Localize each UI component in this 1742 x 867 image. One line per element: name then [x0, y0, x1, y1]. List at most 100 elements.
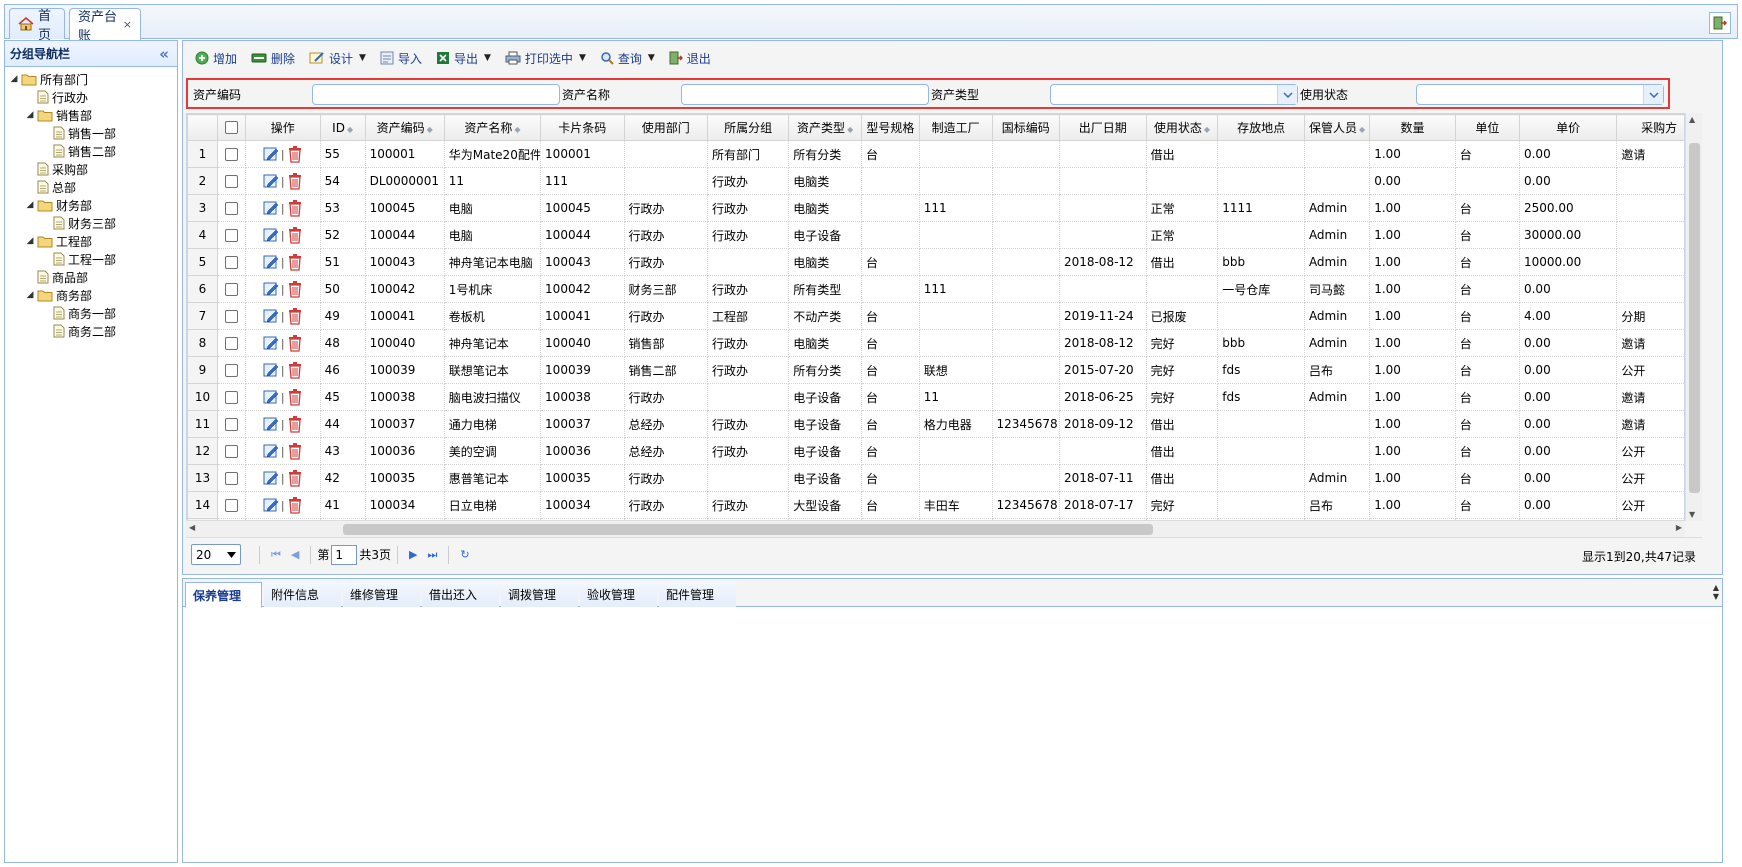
- detail-tab[interactable]: 验收管理: [580, 582, 657, 607]
- column-header[interactable]: 资产名称 ◆: [443, 114, 542, 141]
- edit-icon[interactable]: [263, 281, 279, 297]
- table-row[interactable]: 8 | 48 100040 神舟笔记本 100040 销售部 行政办 电脑类台 2018-08-1…: [187, 329, 1684, 357]
- table-row[interactable]: 7 | 49 100041 卷板机 100041 行政办 工程部 不动产类台 2019-11-24…: [187, 302, 1684, 330]
- scroll-left-icon[interactable]: ◀: [189, 523, 195, 532]
- table-row[interactable]: 2 | 54 DL0000001 11 111 行政办 电脑类 0.00 0.00: [187, 167, 1684, 195]
- sort-icon[interactable]: ◆: [427, 125, 433, 134]
- column-header[interactable]: 操作: [244, 114, 321, 141]
- tree-node[interactable]: 商品部: [5, 268, 177, 286]
- column-header[interactable]: 单价: [1518, 114, 1618, 141]
- export-button[interactable]: 导出 ▼: [436, 50, 491, 67]
- row-checkbox[interactable]: [224, 417, 238, 431]
- trash-icon[interactable]: [287, 307, 303, 325]
- edit-icon[interactable]: [263, 416, 279, 432]
- edit-icon[interactable]: [263, 254, 279, 270]
- edit-icon[interactable]: [263, 497, 279, 513]
- query-button[interactable]: 查询 ▼: [600, 50, 655, 67]
- row-checkbox[interactable]: [224, 201, 238, 215]
- trash-icon[interactable]: [287, 145, 303, 163]
- edit-icon[interactable]: [263, 146, 279, 162]
- tree-node[interactable]: ◢ 所有部门: [5, 70, 177, 88]
- row-checkbox[interactable]: [224, 363, 238, 377]
- trash-icon[interactable]: [287, 334, 303, 352]
- table-row[interactable]: 6 | 50 100042 1号机床 100042 财务三部 行政办 所有类型 111 一号仓库 司马…: [187, 275, 1684, 303]
- trash-icon[interactable]: [287, 415, 303, 433]
- table-row[interactable]: 1 | 55 100001 华为Mate20配件 100001 所有部门 所有分类台借出 1.0…: [187, 140, 1684, 168]
- edit-icon[interactable]: [263, 227, 279, 243]
- detail-tab[interactable]: 借出还入: [422, 582, 499, 607]
- row-checkbox[interactable]: [224, 255, 238, 269]
- scroll-right-icon[interactable]: ▶: [1676, 523, 1682, 532]
- tab-asset-ledger[interactable]: 资产台账 ×: [69, 8, 141, 44]
- close-icon[interactable]: ×: [123, 18, 132, 31]
- expand-arrow-icon[interactable]: ◢: [25, 110, 35, 120]
- table-row[interactable]: 14 | 41 100034 日立电梯 100034 行政办 行政办 大型设备台丰田车 12345…: [187, 491, 1684, 519]
- sort-icon[interactable]: ◆: [514, 125, 520, 134]
- column-header[interactable]: ID ◆: [319, 114, 366, 141]
- table-row[interactable]: 13 | 42 100035 惠普笔记本 100035 行政办 电子设备台 2018-07-11…: [187, 464, 1684, 492]
- trash-icon[interactable]: [287, 442, 303, 460]
- tree-node[interactable]: 商务一部: [5, 304, 177, 322]
- trash-icon[interactable]: [287, 253, 303, 271]
- tree-node[interactable]: ◢ 销售部: [5, 106, 177, 124]
- sort-icon[interactable]: ◆: [347, 125, 353, 134]
- trash-icon[interactable]: [287, 469, 303, 487]
- tree-node[interactable]: 商务二部: [5, 322, 177, 340]
- edit-icon[interactable]: [263, 470, 279, 486]
- trash-icon[interactable]: [287, 280, 303, 298]
- first-page-icon[interactable]: ⏮: [271, 548, 281, 562]
- row-checkbox[interactable]: [224, 174, 238, 188]
- column-header[interactable]: [216, 114, 246, 141]
- edit-icon[interactable]: [263, 335, 279, 351]
- trash-icon[interactable]: [287, 172, 303, 190]
- scroll-up-icon[interactable]: ▲: [1689, 115, 1695, 124]
- sort-icon[interactable]: ◆: [847, 125, 853, 134]
- row-checkbox[interactable]: [224, 390, 238, 404]
- edit-icon[interactable]: [263, 389, 279, 405]
- expand-arrow-icon[interactable]: ◢: [9, 74, 19, 84]
- column-header[interactable]: 出厂日期: [1058, 114, 1147, 141]
- detail-tab[interactable]: 附件信息: [264, 582, 341, 607]
- table-row[interactable]: 10 | 45 100038 脑电波扫描仪 100038 行政办 电子设备台 11 2018-06…: [187, 383, 1684, 411]
- vertical-scroll-thumb[interactable]: [1689, 143, 1700, 493]
- edit-icon[interactable]: [263, 173, 279, 189]
- column-header[interactable]: 保管人员 ◆: [1303, 114, 1371, 141]
- column-header[interactable]: 型号规格: [861, 114, 920, 141]
- column-header[interactable]: 所属分组: [706, 114, 790, 141]
- table-row[interactable]: 4 | 52 100044 电脑 100044 行政办 行政办 电子设备 正常 Admin 1.00 台…: [187, 221, 1684, 249]
- tree-node[interactable]: ◢ 工程部: [5, 232, 177, 250]
- row-checkbox[interactable]: [224, 498, 238, 512]
- trash-icon[interactable]: [287, 199, 303, 217]
- table-row[interactable]: 11 | 44 100037 通力电梯 100037 总经办 行政办 电子设备台格力电器 1234…: [187, 410, 1684, 438]
- row-checkbox[interactable]: [224, 228, 238, 242]
- row-checkbox[interactable]: [224, 471, 238, 485]
- add-button[interactable]: 增加: [195, 50, 237, 67]
- design-button[interactable]: 设计 ▼: [309, 50, 366, 67]
- tab-home[interactable]: 首页: [9, 8, 65, 43]
- refresh-icon[interactable]: ↻: [460, 548, 469, 561]
- edit-icon[interactable]: [263, 362, 279, 378]
- row-checkbox[interactable]: [224, 444, 238, 458]
- row-checkbox[interactable]: [224, 336, 238, 350]
- tree-node[interactable]: 财务三部: [5, 214, 177, 232]
- detail-tab[interactable]: 调拨管理: [501, 582, 578, 607]
- table-row[interactable]: 3 | 53 100045 电脑 100045 行政办 行政办 电脑类 111 正常 1111 Admi…: [187, 194, 1684, 222]
- exit-button[interactable]: 退出: [669, 50, 711, 67]
- horizontal-scrollbar[interactable]: ◀ ▶: [186, 520, 1685, 537]
- column-header[interactable]: 卡片条码: [540, 114, 625, 141]
- asset-code-input[interactable]: [312, 84, 560, 105]
- expand-arrow-icon[interactable]: ◢: [25, 200, 35, 210]
- table-row[interactable]: 9 | 46 100039 联想笔记本 100039 销售二部 行政办 所有分类台联想 2015-…: [187, 356, 1684, 384]
- collapse-panel-icon[interactable]: «: [159, 45, 169, 63]
- vertical-scrollbar[interactable]: ▲ ▼: [1685, 113, 1702, 521]
- scroll-down-icon[interactable]: ▼: [1689, 510, 1695, 519]
- expand-arrow-icon[interactable]: ◢: [25, 236, 35, 246]
- print-selected-button[interactable]: 打印选中 ▼: [505, 50, 586, 67]
- column-header[interactable]: 使用部门: [623, 114, 708, 141]
- column-header[interactable]: 存放地点: [1217, 114, 1305, 141]
- tree-node[interactable]: 总部: [5, 178, 177, 196]
- detail-tab[interactable]: 维修管理: [343, 582, 420, 607]
- column-header[interactable]: [187, 114, 218, 141]
- horizontal-scroll-thumb[interactable]: [343, 524, 1153, 535]
- tree-node[interactable]: ◢ 财务部: [5, 196, 177, 214]
